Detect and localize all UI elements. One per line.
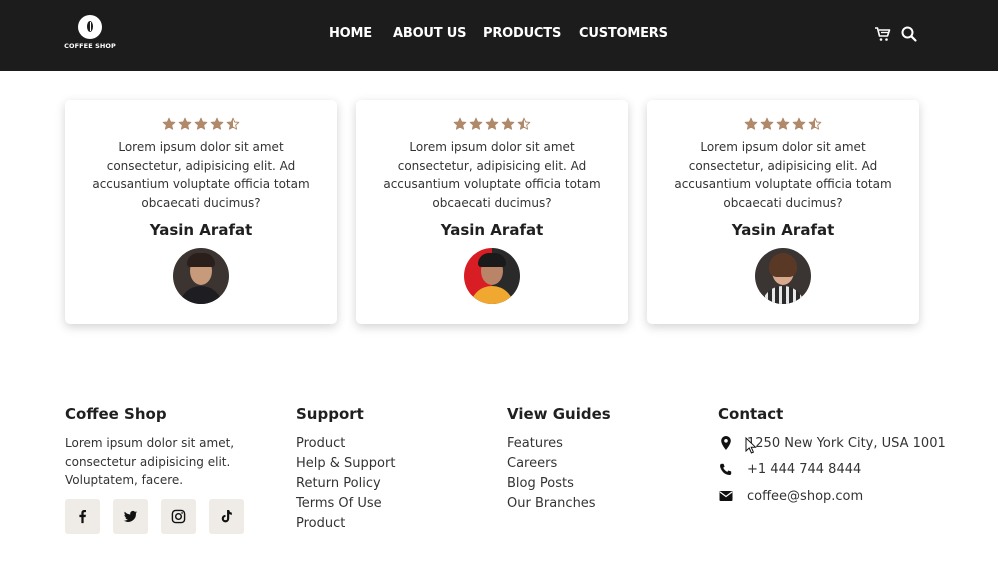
star-icon	[210, 117, 224, 130]
footer-link[interactable]: Help & Support	[296, 454, 395, 474]
star-icon	[178, 117, 192, 130]
star-icon	[792, 117, 806, 130]
testimonial-name: Yasin Arafat	[149, 221, 253, 239]
footer-contact: Contact 1250 New York City, USA 1001 +1 …	[718, 405, 946, 510]
mail-icon	[719, 491, 733, 502]
half-star-icon	[808, 117, 822, 130]
nav-about-us[interactable]: ABOUT US	[393, 26, 466, 41]
logo[interactable]: COFFEE SHOP	[64, 15, 116, 50]
footer-contact-title: Contact	[718, 405, 784, 423]
footer-link[interactable]: Our Branches	[507, 494, 611, 514]
star-icon	[194, 117, 208, 130]
contact-phone-text: +1 444 744 8444	[747, 462, 862, 478]
star-rating	[65, 117, 337, 133]
nav-customers[interactable]: CUSTOMERS	[579, 26, 668, 41]
footer-about: Coffee Shop Lorem ipsum dolor sit amet, …	[65, 405, 250, 534]
nav-home[interactable]: HOME	[329, 26, 372, 41]
star-rating	[356, 117, 628, 133]
footer-link[interactable]: Product	[296, 514, 395, 534]
contact-address-text: 1250 New York City, USA 1001	[747, 435, 946, 451]
footer-guides-title: View Guides	[507, 405, 611, 423]
coffee-bean-icon	[78, 15, 102, 39]
social-links	[65, 498, 250, 534]
contact-phone: +1 444 744 8444	[718, 457, 946, 484]
avatar	[173, 248, 229, 304]
testimonial-name: Yasin Arafat	[731, 221, 835, 239]
mouse-cursor-icon	[745, 437, 757, 454]
testimonial-text: Lorem ipsum dolor sit amet consectetur, …	[674, 140, 892, 210]
half-star-icon	[517, 117, 531, 130]
star-icon	[501, 117, 515, 130]
star-icon	[760, 117, 774, 130]
star-rating	[647, 117, 919, 133]
testimonial-card: Lorem ipsum dolor sit amet consectetur, …	[65, 100, 337, 324]
instagram-icon[interactable]	[161, 498, 196, 534]
footer-guides: View Guides Features Careers Blog Posts …	[507, 405, 611, 514]
testimonial-card: Lorem ipsum dolor sit amet consectetur, …	[356, 100, 628, 324]
testimonial-text: Lorem ipsum dolor sit amet consectetur, …	[383, 140, 601, 210]
footer-description: Lorem ipsum dolor sit amet, consectetur …	[65, 436, 235, 487]
star-icon	[469, 117, 483, 130]
contact-email: coffee@shop.com	[718, 483, 946, 510]
phone-icon	[720, 463, 732, 475]
footer-link[interactable]: Features	[507, 434, 611, 454]
star-icon	[485, 117, 499, 130]
testimonial-name: Yasin Arafat	[440, 221, 544, 239]
cart-icon[interactable]	[874, 25, 892, 43]
nav-products[interactable]: PRODUCTS	[483, 26, 561, 41]
testimonial-text: Lorem ipsum dolor sit amet consectetur, …	[92, 140, 310, 210]
footer-link[interactable]: Careers	[507, 454, 611, 474]
footer-link[interactable]: Terms Of Use	[296, 494, 395, 514]
footer-link[interactable]: Blog Posts	[507, 474, 611, 494]
search-icon[interactable]	[900, 25, 918, 43]
star-icon	[162, 117, 176, 130]
contact-email-text: coffee@shop.com	[747, 488, 864, 504]
tiktok-icon[interactable]	[209, 498, 244, 534]
half-star-icon	[226, 117, 240, 130]
avatar	[464, 248, 520, 304]
location-pin-icon	[721, 436, 731, 451]
footer-link[interactable]: Return Policy	[296, 474, 395, 494]
twitter-icon[interactable]	[113, 498, 148, 534]
star-icon	[744, 117, 758, 130]
star-icon	[776, 117, 790, 130]
testimonial-card: Lorem ipsum dolor sit amet consectetur, …	[647, 100, 919, 324]
footer-support-title: Support	[296, 405, 364, 423]
footer-link[interactable]: Product	[296, 434, 395, 454]
facebook-icon[interactable]	[65, 498, 100, 534]
avatar	[755, 248, 811, 304]
star-icon	[453, 117, 467, 130]
logo-text: COFFEE SHOP	[64, 42, 116, 50]
site-header: COFFEE SHOP HOME ABOUT US PRODUCTS CUSTO…	[0, 0, 998, 71]
footer-brand-title: Coffee Shop	[65, 405, 167, 423]
footer-support: Support Product Help & Support Return Po…	[296, 405, 395, 534]
